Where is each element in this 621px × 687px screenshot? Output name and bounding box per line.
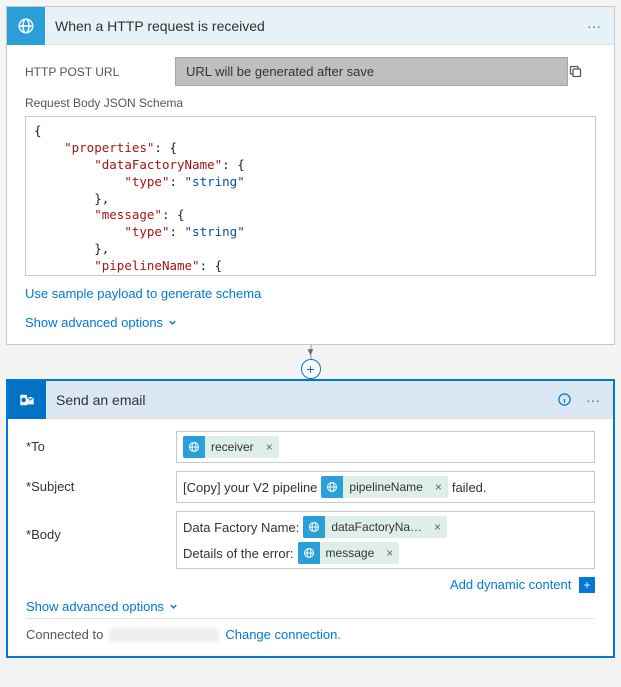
body-label: *Body (26, 511, 176, 569)
token-remove-icon[interactable]: × (380, 546, 399, 560)
chevron-down-icon (167, 317, 178, 328)
schema-label: Request Body JSON Schema (25, 96, 596, 110)
arrow-down-icon: ▼ (306, 347, 316, 358)
trigger-title: When a HTTP request is received (45, 18, 582, 34)
action-menu-icon[interactable]: ··· (581, 392, 605, 408)
token-message[interactable]: message × (298, 542, 400, 564)
trigger-card: When a HTTP request is received ··· HTTP… (6, 6, 615, 345)
action-info-icon[interactable] (557, 392, 581, 407)
globe-icon (298, 542, 320, 564)
action-card: Send an email ··· *To receiver × *Subjec… (6, 379, 615, 658)
copy-icon[interactable] (568, 64, 596, 79)
token-pipelinename[interactable]: pipelineName × (321, 476, 447, 498)
add-dynamic-content-link[interactable]: Add dynamic content (450, 577, 571, 592)
plus-icon[interactable]: + (579, 577, 595, 593)
subject-input[interactable]: [Copy] your V2 pipeline pipelineName × f… (176, 471, 595, 503)
token-receiver[interactable]: receiver × (183, 436, 279, 458)
globe-icon (321, 476, 343, 498)
subject-label: *Subject (26, 471, 176, 503)
action-title: Send an email (46, 392, 557, 408)
trigger-header[interactable]: When a HTTP request is received ··· (7, 7, 614, 45)
trigger-menu-icon[interactable]: ··· (582, 18, 606, 34)
token-remove-icon[interactable]: × (260, 440, 279, 454)
http-icon (7, 7, 45, 45)
globe-icon (183, 436, 205, 458)
token-remove-icon[interactable]: × (428, 520, 447, 534)
change-connection-link[interactable]: Change connection. (225, 627, 341, 642)
token-datafactoryname[interactable]: dataFactoryNa… × (303, 516, 447, 538)
action-show-advanced[interactable]: Show advanced options (26, 599, 179, 614)
schema-textarea[interactable]: { "properties": { "dataFactoryName": { "… (25, 116, 596, 276)
trigger-show-advanced[interactable]: Show advanced options (25, 315, 178, 330)
url-label: HTTP POST URL (25, 65, 175, 79)
globe-icon (303, 516, 325, 538)
url-field: URL will be generated after save (175, 57, 568, 86)
token-remove-icon[interactable]: × (429, 480, 448, 494)
outlook-icon (8, 381, 46, 419)
add-step-button[interactable]: + (301, 359, 321, 379)
to-label: *To (26, 431, 176, 463)
sample-payload-link[interactable]: Use sample payload to generate schema (25, 286, 261, 301)
connector: ▼ + (6, 345, 615, 379)
action-header[interactable]: Send an email ··· (8, 381, 613, 419)
connection-name (109, 628, 219, 642)
body-input[interactable]: Data Factory Name: dataFactoryNa… × Deta… (176, 511, 595, 569)
connection-footer: Connected to Change connection. (26, 618, 595, 642)
chevron-down-icon (168, 601, 179, 612)
to-input[interactable]: receiver × (176, 431, 595, 463)
